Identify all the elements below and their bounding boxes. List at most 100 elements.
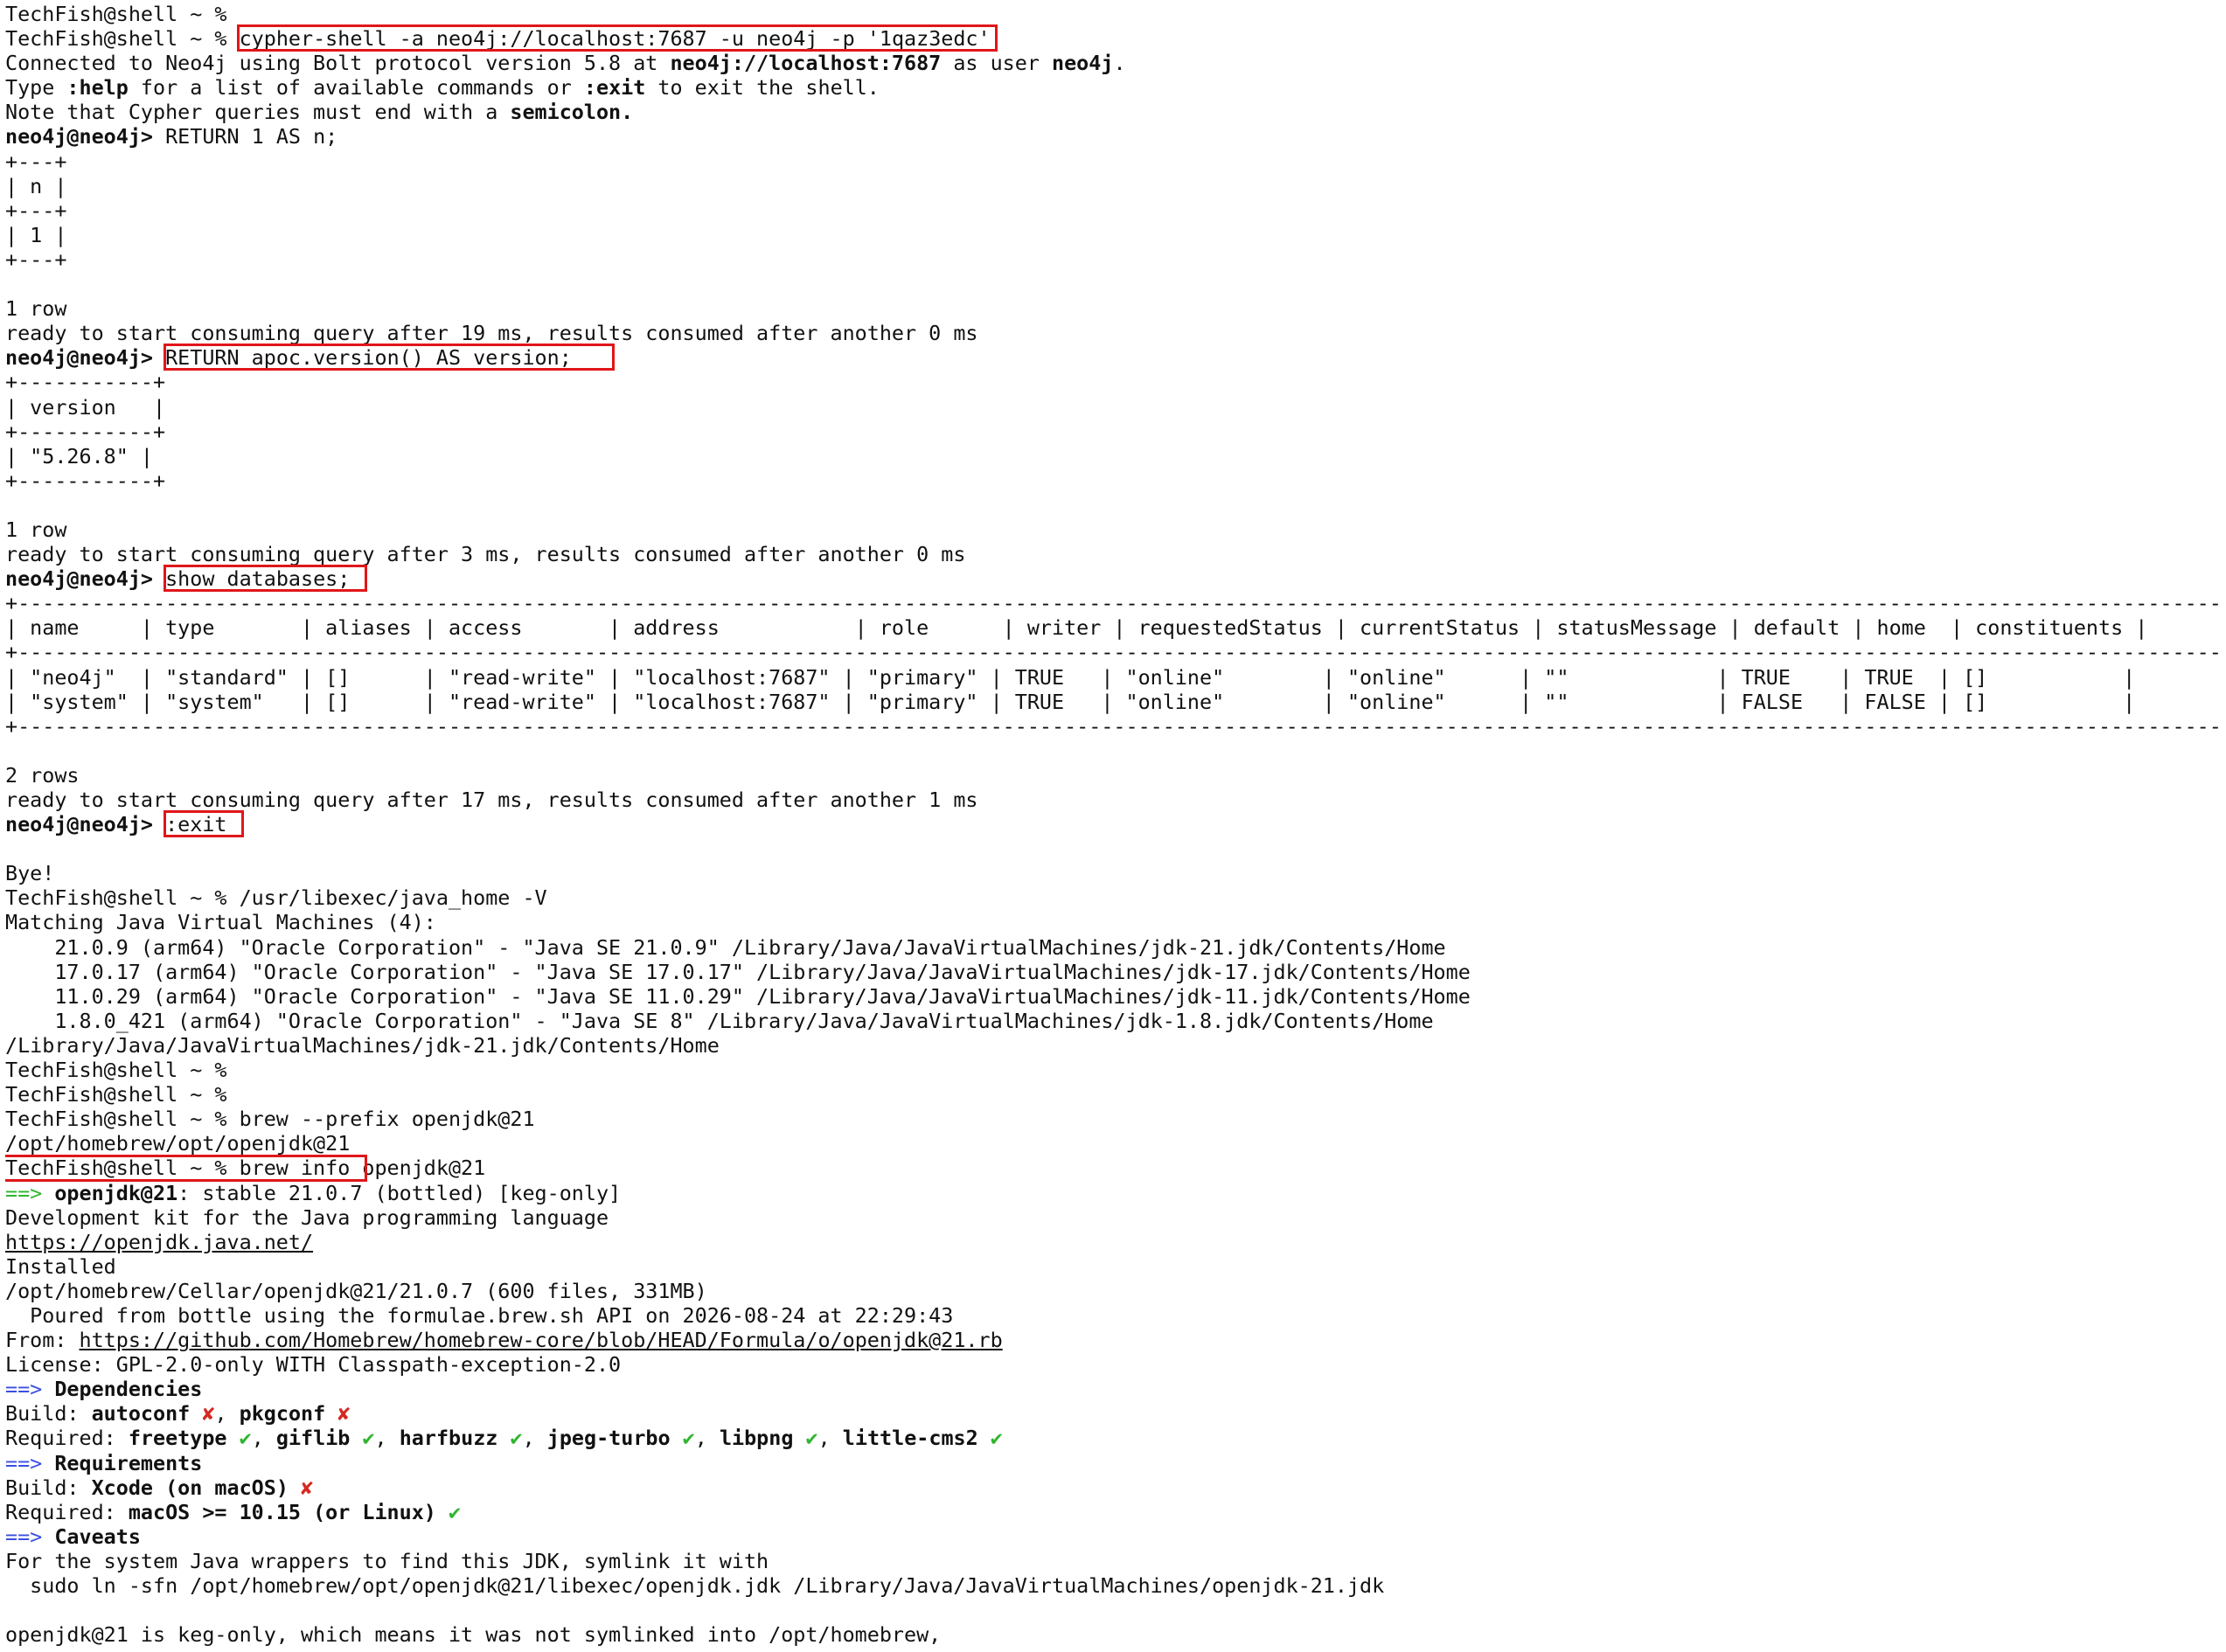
terminal-line: | "5.26.8" | (5, 444, 2221, 469)
terminal-line: neo4j@neo4j> RETURN 1 AS n; (5, 124, 2221, 149)
terminal-text: | 1 | (5, 222, 67, 247)
terminal-text: giflib (275, 1426, 351, 1451)
terminal-text: RETURN 1 AS n; (153, 124, 338, 149)
terminal-line: +---+ (5, 198, 2221, 223)
terminal-text: semicolon. (510, 100, 634, 125)
terminal-line: ==> Caveats (5, 1524, 2221, 1549)
terminal-text: Build: (5, 1475, 92, 1500)
check-icon: ✔ (239, 1426, 252, 1451)
terminal-line: neo4j@neo4j> show databases; (5, 566, 2221, 591)
terminal-text: +---+ (5, 198, 67, 223)
terminal-text: License: GPL-2.0-only WITH Classpath-exc… (5, 1352, 622, 1378)
terminal-text: /opt/homebrew/Cellar/openjdk@21/21.0.7 (… (5, 1278, 707, 1303)
terminal-line: sudo ln -sfn /opt/homebrew/opt/openjdk@2… (5, 1573, 2221, 1598)
terminal-text: Poured from bottle using the formulae.br… (5, 1302, 954, 1328)
terminal-line: For the system Java wrappers to find thi… (5, 1549, 2221, 1573)
terminal-text: autoconf (91, 1401, 191, 1426)
cross-icon: ✘ (202, 1401, 215, 1426)
terminal-text: :exit (583, 75, 646, 101)
terminal-text: neo4j@neo4j> (5, 812, 153, 837)
terminal-line: Installed (5, 1254, 2221, 1279)
terminal-text: | "neo4j" | "standard" | [] | "read-writ… (5, 664, 2136, 690)
terminal-line: /opt/homebrew/Cellar/openjdk@21/21.0.7 (… (5, 1279, 2221, 1303)
terminal-text: +-----------+ (5, 468, 166, 493)
terminal-text: +-----------+ (5, 370, 166, 395)
terminal-text: +---------------------------------------… (5, 713, 2221, 739)
terminal-text: ready to start consuming query after 17 … (5, 788, 978, 812)
terminal-text: 1 row (5, 517, 67, 542)
terminal-text: 1 row (5, 296, 67, 322)
arrow-marker: ==> (5, 1180, 43, 1205)
terminal-text: neo4j@neo4j> (5, 566, 153, 592)
terminal-line: Type :help for a list of available comma… (5, 75, 2221, 100)
terminal-line: ==> openjdk@21: stable 21.0.7 (bottled) … (5, 1181, 2221, 1205)
terminal-text: | version | (5, 394, 166, 420)
terminal-line: Poured from bottle using the formulae.br… (5, 1303, 2221, 1328)
terminal-line: +---------------------------------------… (5, 591, 2221, 615)
terminal-line: 21.0.9 (arm64) "Oracle Corporation" - "J… (5, 935, 2221, 960)
terminal-text: for a list of available commands or (128, 75, 584, 101)
check-icon: ✔ (682, 1426, 695, 1451)
terminal-text: : stable 21.0.7 (bottled) [keg-only] (177, 1180, 622, 1205)
terminal-text: Bye! (5, 861, 55, 886)
terminal-text: /Library/Java/JavaVirtualMachines/jdk-21… (5, 1032, 720, 1058)
terminal-line: neo4j@neo4j> RETURN apoc.version() AS ve… (5, 345, 2221, 370)
terminal-text: +---------------------------------------… (5, 591, 2221, 616)
terminal-text: Note that Cypher queries must end with a (5, 100, 511, 125)
terminal-line: ready to start consuming query after 3 m… (5, 542, 2221, 566)
terminal-text: Required: (5, 1499, 129, 1524)
terminal-text: 17.0.17 (arm64) "Oracle Corporation" - "… (5, 959, 1471, 984)
terminal-text: | name | type | aliases | access | addre… (5, 615, 2148, 641)
terminal-text: freetype (128, 1426, 227, 1451)
check-icon: ✔ (448, 1499, 462, 1524)
terminal-text: libpng (719, 1426, 794, 1451)
terminal-line: +-----------+ (5, 469, 2221, 493)
terminal-output[interactable]: TechFish@shell ~ % TechFish@shell ~ % cyp… (5, 2, 2221, 1650)
terminal-text: RETURN apoc.version() AS version; (153, 345, 572, 371)
terminal-line: TechFish@shell ~ % /usr/libexec/java_hom… (5, 885, 2221, 910)
terminal-line: License: GPL-2.0-only WITH Classpath-exc… (5, 1352, 2221, 1377)
terminal-line: +-----------+ (5, 370, 2221, 394)
terminal-text: , (374, 1426, 400, 1451)
terminal-text: , (214, 1401, 240, 1426)
terminal-line: Bye! (5, 861, 2221, 885)
terminal-line: 11.0.29 (arm64) "Oracle Corporation" - "… (5, 984, 2221, 1009)
terminal-text: Development kit for the Java programming… (5, 1204, 609, 1230)
terminal-line: Matching Java Virtual Machines (4): (5, 910, 2221, 934)
terminal-line: Build: Xcode (on macOS) ✘ (5, 1475, 2221, 1500)
terminal-link[interactable]: https://openjdk.java.net/ (5, 1230, 313, 1254)
terminal-text: Xcode (on macOS) (91, 1475, 289, 1500)
terminal-text: Installed (5, 1253, 116, 1279)
terminal-text: 21.0.9 (arm64) "Oracle Corporation" - "J… (5, 934, 1446, 960)
terminal-text: macOS >= 10.15 (or Linux) (128, 1499, 436, 1524)
terminal-text: , (522, 1426, 547, 1451)
terminal-text: +---------------------------------------… (5, 640, 2221, 665)
terminal-line: openjdk@21 is keg-only, which means it w… (5, 1622, 2221, 1647)
terminal-line: /opt/homebrew/opt/openjdk@21 (5, 1131, 2221, 1156)
terminal-line: ==> Requirements (5, 1451, 2221, 1475)
terminal-line: TechFish@shell ~ % (5, 2, 2221, 26)
terminal-text: harfbuzz (399, 1426, 498, 1451)
terminal-line: +---+ (5, 247, 2221, 272)
terminal-text: 11.0.29 (arm64) "Oracle Corporation" - "… (5, 983, 1471, 1009)
terminal-text: neo4j (1052, 51, 1114, 76)
terminal-line: Required: macOS >= 10.15 (or Linux) ✔ (5, 1500, 2221, 1524)
terminal-text: Type (5, 75, 67, 101)
terminal-text: jpeg-turbo (546, 1426, 671, 1451)
terminal-text: neo4j@neo4j> (5, 345, 153, 371)
terminal-text: :exit (153, 812, 227, 837)
terminal-line: | version | (5, 395, 2221, 420)
terminal-link[interactable]: https://github.com/Homebrew/homebrew-cor… (80, 1328, 1003, 1352)
cross-icon: ✘ (337, 1401, 351, 1426)
terminal-text: ready to start consuming query after 3 m… (5, 542, 966, 567)
terminal-text: , (817, 1426, 843, 1451)
terminal-line: Connected to Neo4j using Bolt protocol v… (5, 51, 2221, 75)
terminal-text: , (694, 1426, 720, 1451)
